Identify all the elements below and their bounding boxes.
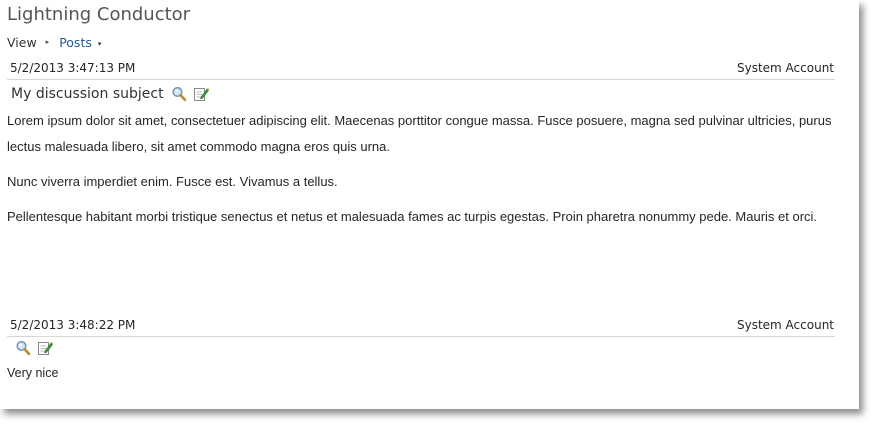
breadcrumb-posts-link[interactable]: Posts: [59, 35, 92, 50]
post-divider: [7, 336, 835, 337]
post-body: Lorem ipsum dolor sit amet, consectetuer…: [7, 108, 837, 239]
edit-icon[interactable]: [37, 340, 53, 356]
reply-body: Very nice: [7, 366, 59, 380]
post-timestamp: 5/2/2013 3:47:13 PM: [10, 61, 136, 75]
post-timestamp: 5/2/2013 3:48:22 PM: [10, 318, 136, 332]
magnifier-icon[interactable]: [15, 340, 31, 356]
app-window: Lightning Conductor View ▸ Posts ▾ 5/2/2…: [0, 0, 859, 409]
posts-dropdown-icon[interactable]: ▾: [98, 40, 102, 48]
post-paragraph: Lorem ipsum dolor sit amet, consectetuer…: [7, 113, 832, 154]
post-paragraph: Pellentesque habitant morbi tristique se…: [7, 209, 818, 224]
magnifier-icon[interactable]: [171, 86, 187, 102]
post-author[interactable]: System Account: [737, 61, 834, 75]
breadcrumb: View ▸ Posts ▾: [7, 35, 101, 50]
page-title: Lightning Conductor: [7, 4, 191, 25]
post-author[interactable]: System Account: [737, 318, 834, 332]
post-header: 5/2/2013 3:47:13 PM System Account: [10, 61, 834, 75]
post-header: 5/2/2013 3:48:22 PM System Account: [10, 318, 834, 332]
breadcrumb-separator-icon: ▸: [45, 37, 50, 46]
post-paragraph: Nunc viverra imperdiet enim. Fusce est. …: [7, 174, 338, 189]
edit-icon[interactable]: [193, 86, 209, 102]
post-subject-row: My discussion subject: [11, 86, 215, 102]
post-subject: My discussion subject: [11, 86, 164, 102]
post-divider: [7, 79, 835, 80]
breadcrumb-view: View: [7, 35, 37, 50]
reply-actions: [15, 340, 59, 356]
